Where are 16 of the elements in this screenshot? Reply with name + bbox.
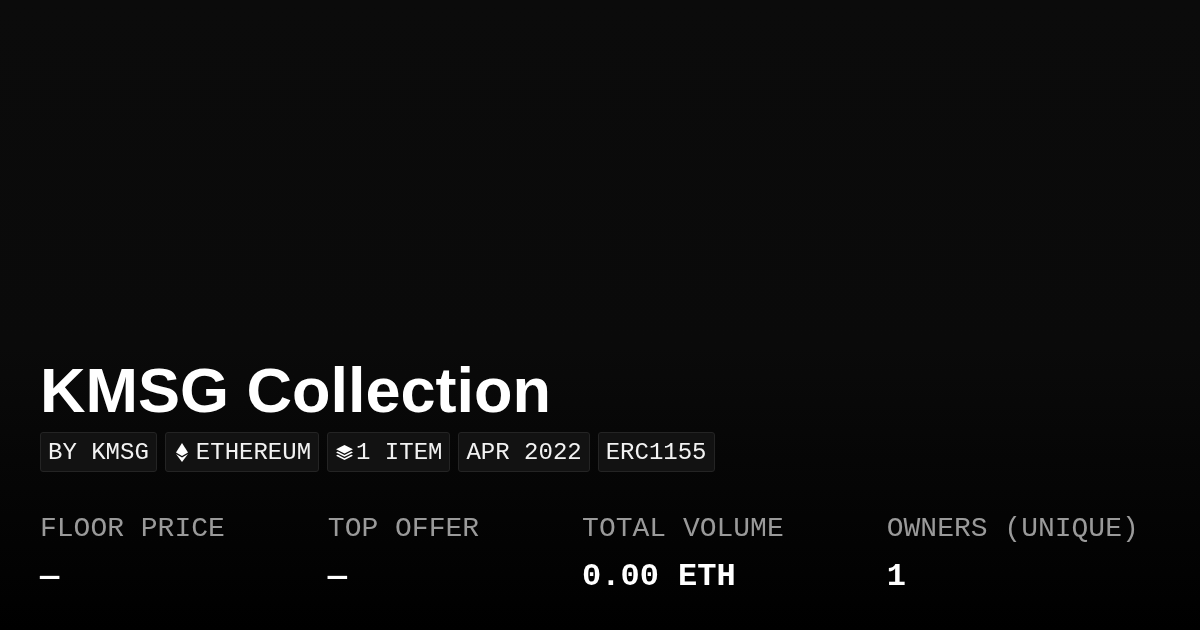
tag-chip: ERC1155: [597, 432, 715, 472]
tag-chip: BY KMSG: [40, 432, 157, 472]
stat-label: FLOOR PRICE: [40, 512, 225, 546]
stat-value: 0.00 ETH: [582, 558, 736, 596]
stat-label: TOTAL VOLUME: [582, 512, 784, 546]
tag-chip: APR 2022: [458, 432, 590, 472]
tag-label: ETHEREUM: [195, 438, 312, 466]
stat-label: OWNERS (UNIQUE): [886, 512, 1139, 546]
stat-value: 1: [886, 558, 906, 596]
stat-label: TOP OFFER: [327, 512, 480, 546]
stat-value: —: [327, 558, 348, 596]
tag-label: 1 ITEM: [356, 438, 443, 466]
stat-value: —: [40, 558, 60, 596]
collection-title: KMSG Collection: [40, 354, 551, 426]
diamond-icon: [175, 442, 188, 462]
layers-icon: [336, 444, 354, 460]
